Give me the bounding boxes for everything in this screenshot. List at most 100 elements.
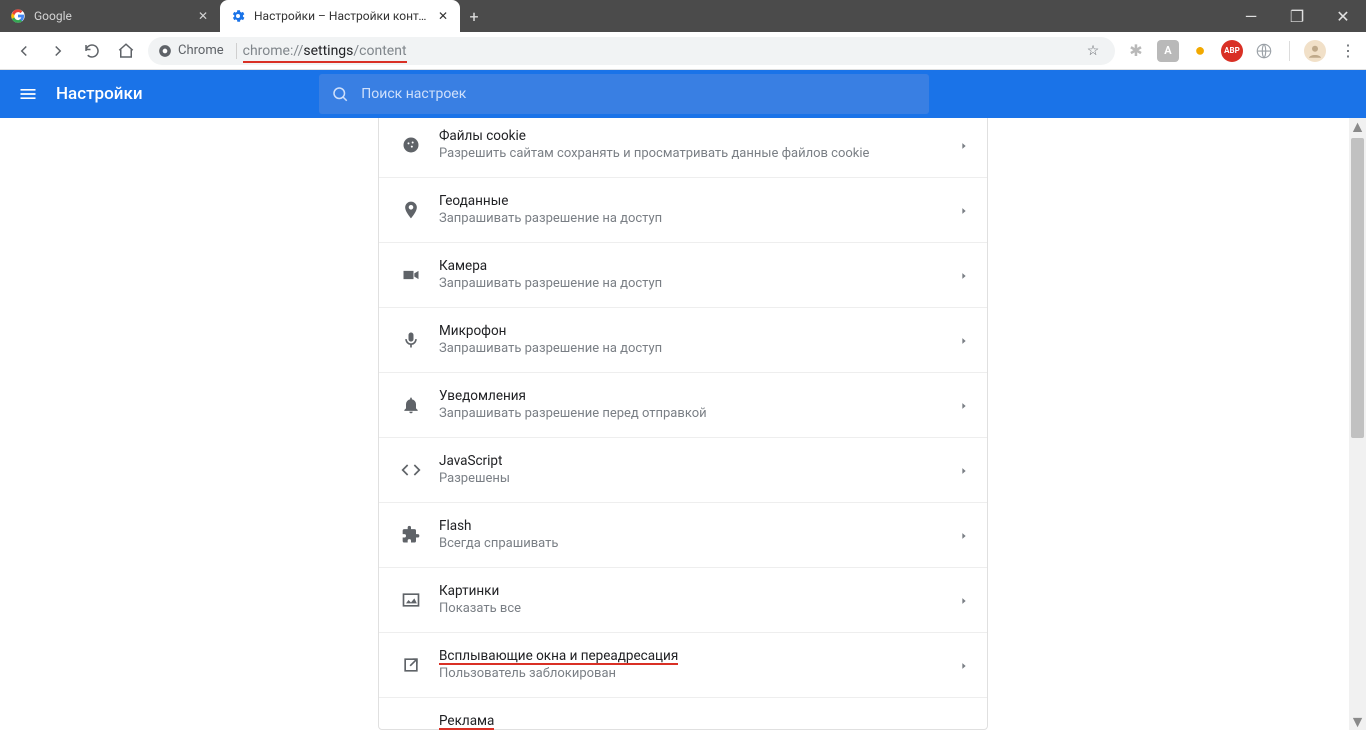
settings-row-title: Flash <box>439 517 959 535</box>
settings-row-title: Файлы cookie <box>439 127 959 145</box>
location-icon <box>397 200 425 220</box>
settings-content: Файлы cookieРазрешить сайтам сохранять и… <box>0 118 1366 730</box>
settings-row-code[interactable]: JavaScriptРазрешены <box>379 438 987 503</box>
chevron-right-icon <box>959 591 969 610</box>
settings-row-location[interactable]: ГеоданныеЗапрашивать разрешение на досту… <box>379 178 987 243</box>
code-icon <box>397 460 425 480</box>
minimize-button[interactable]: — <box>1228 0 1274 32</box>
settings-row-subtitle: Пользователь заблокирован <box>439 665 959 683</box>
settings-row-title: Микрофон <box>439 322 959 340</box>
settings-search[interactable] <box>319 74 929 114</box>
settings-row-texts: МикрофонЗапрашивать разрешение на доступ <box>439 322 959 358</box>
settings-row-title: Картинки <box>439 582 959 600</box>
settings-row-subtitle: Запрашивать разрешение перед отправкой <box>439 405 959 423</box>
settings-title: Настройки <box>56 84 143 104</box>
chevron-right-icon <box>959 396 969 415</box>
chevron-right-icon <box>959 526 969 545</box>
settings-row-title: JavaScript <box>439 452 959 470</box>
browser-tab[interactable]: Google✕ <box>0 0 220 32</box>
extension-pdf-icon[interactable]: A <box>1157 40 1179 62</box>
settings-row-camera[interactable]: КамераЗапрашивать разрешение на доступ <box>379 243 987 308</box>
settings-row-title: Геоданные <box>439 192 959 210</box>
extension-separator <box>1289 41 1290 61</box>
chrome-icon <box>158 44 172 58</box>
tab-close-icon[interactable]: ✕ <box>436 9 450 23</box>
home-button[interactable] <box>114 39 138 63</box>
bookmark-star-icon[interactable]: ☆ <box>1081 39 1105 63</box>
settings-row-texts: РекламаОбъявления заблокированы на сайта… <box>439 712 959 730</box>
settings-header: Настройки <box>0 70 1366 118</box>
settings-row-subtitle: Всегда спрашивать <box>439 535 959 553</box>
search-icon <box>331 85 349 103</box>
tab-close-icon[interactable]: ✕ <box>196 9 210 23</box>
cookie-icon <box>397 135 425 155</box>
settings-row-title: Камера <box>439 257 959 275</box>
settings-search-input[interactable] <box>361 86 917 102</box>
puzzle-icon <box>397 525 425 545</box>
settings-row-subtitle: Запрашивать разрешение на доступ <box>439 340 959 358</box>
chevron-right-icon <box>959 266 969 285</box>
settings-row-texts: УведомленияЗапрашивать разрешение перед … <box>439 387 959 423</box>
settings-row-texts: Файлы cookieРазрешить сайтам сохранять и… <box>439 127 959 163</box>
settings-row-image[interactable]: КартинкиПоказать все <box>379 568 987 633</box>
tab-favicon <box>10 8 26 24</box>
settings-row-popup[interactable]: Всплывающие окна и переадресацияПользова… <box>379 633 987 698</box>
settings-row-subtitle: Запрашивать разрешение на доступ <box>439 275 959 293</box>
settings-row-bell[interactable]: УведомленияЗапрашивать разрешение перед … <box>379 373 987 438</box>
chevron-right-icon <box>959 331 969 350</box>
extension-abp-icon[interactable]: ABP <box>1221 40 1243 62</box>
extension-globe-icon[interactable] <box>1253 40 1275 62</box>
scrollbar-thumb[interactable] <box>1351 138 1364 438</box>
url-path: /content <box>353 43 406 59</box>
chevron-right-icon <box>959 656 969 675</box>
window-titlebar: Google✕ Настройки – Настройки контен ✕ + —… <box>0 0 1366 32</box>
settings-row-title: Уведомления <box>439 387 959 405</box>
url-host: settings <box>303 43 353 59</box>
scrollbar-up-icon[interactable]: ▲ <box>1349 118 1366 135</box>
settings-row-title: Всплывающие окна и переадресация <box>439 647 959 665</box>
browser-menu-button[interactable]: ⋮ <box>1336 39 1360 63</box>
image-icon <box>397 590 425 610</box>
url-annotation-underline <box>243 61 407 63</box>
chip-separator <box>236 43 237 59</box>
settings-row-title: Реклама <box>439 712 959 730</box>
hamburger-menu-button[interactable] <box>0 84 56 104</box>
maximize-button[interactable]: ❐ <box>1274 0 1320 32</box>
chevron-right-icon <box>959 136 969 155</box>
tab-strip: Google✕ Настройки – Настройки контен ✕ <box>0 0 460 32</box>
browser-toolbar: Chrome chrome://settings/content ☆ ✱ A ●… <box>0 32 1366 70</box>
chevron-right-icon <box>959 461 969 480</box>
url-scheme: chrome:// <box>243 43 304 59</box>
settings-row-texts: КамераЗапрашивать разрешение на доступ <box>439 257 959 293</box>
settings-row-cookie[interactable]: Файлы cookieРазрешить сайтам сохранять и… <box>379 118 987 178</box>
back-button[interactable] <box>12 39 36 63</box>
settings-row-subtitle: Запрашивать разрешение на доступ <box>439 210 959 228</box>
camera-icon <box>397 265 425 285</box>
scrollbar-down-icon[interactable]: ▼ <box>1349 713 1366 730</box>
settings-row-texts: КартинкиПоказать все <box>439 582 959 618</box>
reload-button[interactable] <box>80 39 104 63</box>
settings-row-mic[interactable]: МикрофонЗапрашивать разрешение на доступ <box>379 308 987 373</box>
bell-icon <box>397 395 425 415</box>
extension-coin-icon[interactable]: ● <box>1189 40 1211 62</box>
settings-row-subtitle: Разрешить сайтам сохранять и просматрива… <box>439 145 959 163</box>
content-settings-card: Файлы cookieРазрешить сайтам сохранять и… <box>378 118 988 730</box>
profile-avatar-icon[interactable] <box>1304 40 1326 62</box>
new-tab-button[interactable]: + <box>460 0 488 32</box>
settings-row-texts: ГеоданныеЗапрашивать разрешение на досту… <box>439 192 959 228</box>
settings-row-texts: Всплывающие окна и переадресацияПользова… <box>439 647 959 683</box>
vertical-scrollbar[interactable]: ▲ ▼ <box>1349 118 1366 730</box>
settings-row-ads[interactable]: РекламаОбъявления заблокированы на сайта… <box>379 698 987 730</box>
tab-title: Настройки – Настройки контен <box>254 9 428 23</box>
popup-icon <box>397 655 425 675</box>
settings-row-texts: JavaScriptРазрешены <box>439 452 959 488</box>
settings-row-puzzle[interactable]: FlashВсегда спрашивать <box>379 503 987 568</box>
site-chip: Chrome <box>158 43 224 58</box>
address-bar[interactable]: Chrome chrome://settings/content ☆ <box>148 37 1115 65</box>
extension-shield-icon[interactable]: ✱ <box>1125 40 1147 62</box>
forward-button[interactable] <box>46 39 70 63</box>
settings-row-subtitle: Показать все <box>439 600 959 618</box>
window-controls: — ❐ ✕ <box>1228 0 1366 32</box>
close-window-button[interactable]: ✕ <box>1320 0 1366 32</box>
browser-tab[interactable]: Настройки – Настройки контен ✕ <box>220 0 460 32</box>
